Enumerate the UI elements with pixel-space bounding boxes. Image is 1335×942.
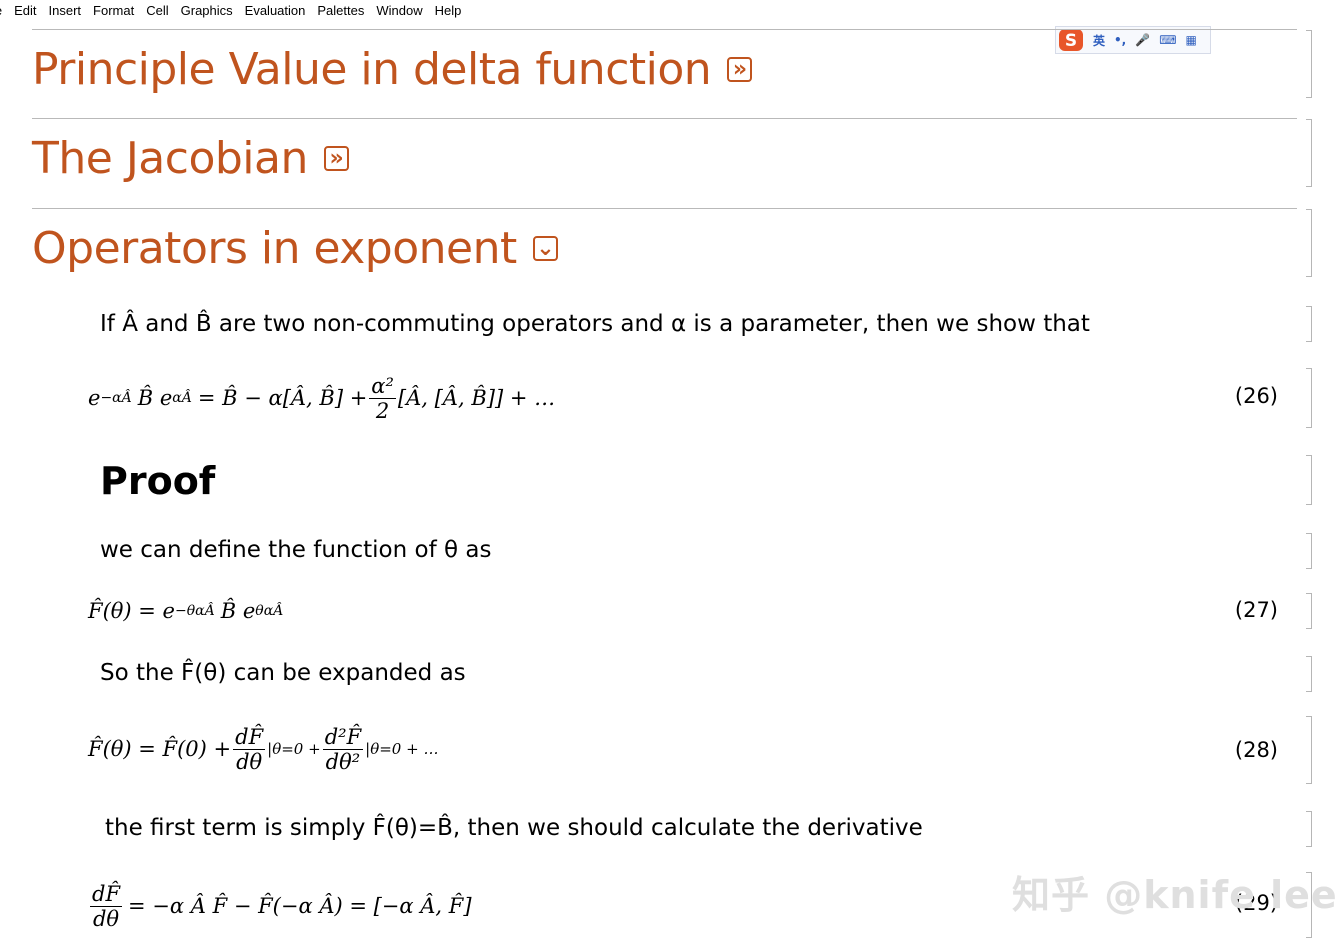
equation-28: F̂(θ) = F̂(0) + dF̂ dθ |θ=0 + d²F̂ dθ² |θ=…	[88, 716, 438, 782]
equation-number-26: (26)	[1234, 384, 1278, 408]
ime-toolbar[interactable]: S 英 •, 🎤 ⌨ ▦	[1055, 26, 1211, 54]
first-term-text: the first term is simply F̂(θ)=B̂, then …	[105, 815, 923, 841]
eq-part: e	[88, 386, 101, 410]
frac-den: dθ²	[325, 749, 361, 774]
zhihu-watermark: 知乎 @knife lee	[1012, 873, 1335, 917]
cell-bracket[interactable]	[1306, 368, 1312, 428]
section-title: Principle Value in delta function	[32, 44, 712, 95]
eq-sup: −αÂ	[100, 390, 132, 406]
section-title: Operators in exponent	[32, 223, 517, 274]
fraction: α² 2	[369, 374, 396, 423]
eq-part: = B̂ − α[Â, B̂] +	[197, 386, 368, 410]
cell-bracket[interactable]	[1306, 306, 1312, 342]
eq-part: [Â, [Â, B̂]] + …	[397, 386, 556, 410]
frac-num: d²F̂	[322, 724, 364, 750]
equation-number-27: (27)	[1234, 598, 1278, 622]
cell-bracket[interactable]	[1306, 533, 1312, 569]
keyboard-icon[interactable]: ⌨	[1159, 33, 1176, 47]
eq-part: F̂(θ) = e	[88, 599, 175, 623]
section-jacobian[interactable]: The Jacobian »	[32, 133, 349, 184]
expand-toggle-icon[interactable]: »	[323, 146, 349, 171]
frac-num: dF̂	[233, 724, 266, 750]
menu-edit[interactable]: Edit	[8, 0, 42, 21]
fraction: d²F̂ dθ²	[322, 724, 364, 774]
eq-part: B̂ e	[137, 386, 173, 410]
ime-language-toggle[interactable]: 英	[1093, 32, 1105, 49]
equation-27: F̂(θ) = e −θαÂ B̂ e θαÂ	[88, 594, 283, 628]
collapse-toggle-icon[interactable]: ⌄	[532, 236, 558, 261]
mic-icon[interactable]: 🎤	[1135, 33, 1150, 47]
frac-den: dθ	[92, 906, 120, 931]
eq-part: |θ=0 +	[267, 740, 321, 758]
frac-num: dF̂	[90, 881, 123, 907]
cell-bracket[interactable]	[1306, 455, 1312, 505]
menu-window[interactable]: Window	[370, 0, 428, 21]
frac-num: α²	[369, 373, 396, 399]
cell-bracket[interactable]	[1306, 119, 1312, 187]
fraction: dF̂ dθ	[90, 881, 123, 931]
svg-text:S: S	[1065, 31, 1077, 51]
fraction: dF̂ dθ	[233, 724, 266, 774]
menu-file[interactable]: le	[0, 0, 8, 21]
section-operators-exponent[interactable]: Operators in exponent ⌄	[32, 223, 558, 274]
menu-format[interactable]: Format	[87, 0, 140, 21]
expand-toggle-icon[interactable]: »	[727, 57, 753, 82]
apps-grid-icon[interactable]: ▦	[1186, 33, 1197, 47]
cell-bracket[interactable]	[1306, 593, 1312, 629]
eq-part: B̂ e	[220, 599, 256, 623]
equation-26: e −αÂ B̂ e αÂ = B̂ − α[Â, B̂] + α² 2 [Â, [Â…	[88, 368, 555, 428]
cell-bracket[interactable]	[1306, 716, 1312, 784]
equation-29: dF̂ dθ = −α Â F̂ − F̂(−α Â) = [−α Â, F̂]	[88, 874, 472, 938]
menu-evaluation[interactable]: Evaluation	[239, 0, 312, 21]
frac-den: 2	[375, 398, 390, 423]
menu-cell[interactable]: Cell	[140, 0, 174, 21]
cell-bracket[interactable]	[1306, 811, 1312, 847]
section-divider	[32, 29, 1297, 30]
section-divider	[32, 208, 1297, 209]
section-divider	[32, 118, 1297, 119]
ime-punctuation-toggle[interactable]: •,	[1114, 33, 1126, 47]
menu-palettes[interactable]: Palettes	[311, 0, 370, 21]
eq-sup: θαÂ	[255, 603, 284, 619]
expand-text: So the F̂(θ) can be expanded as	[100, 660, 466, 686]
proof-heading: Proof	[100, 459, 216, 503]
eq-sup: −θαÂ	[174, 603, 215, 619]
eq-part: F̂(θ) = F̂(0) +	[88, 737, 232, 761]
cell-bracket[interactable]	[1306, 209, 1312, 277]
frac-den: dθ	[236, 749, 263, 774]
menu-insert[interactable]: Insert	[43, 0, 88, 21]
eq-sup: αÂ	[172, 390, 192, 406]
section-principle-value[interactable]: Principle Value in delta function »	[32, 44, 753, 95]
eq-part: |θ=0 + …	[365, 740, 439, 758]
define-text: we can define the function of θ as	[100, 537, 492, 563]
cell-bracket[interactable]	[1306, 656, 1312, 692]
menu-help[interactable]: Help	[429, 0, 468, 21]
intro-text: If Â and B̂ are two non-commuting operat…	[100, 311, 1090, 337]
sogou-logo-icon: S	[1059, 29, 1083, 51]
section-title: The Jacobian	[32, 133, 308, 184]
menu-graphics[interactable]: Graphics	[175, 0, 239, 21]
eq-part: = −α Â F̂ − F̂(−α Â) = [−α Â, F̂]	[128, 894, 472, 918]
equation-number-28: (28)	[1234, 738, 1278, 762]
cell-bracket[interactable]	[1306, 30, 1312, 98]
menu-bar: le Edit Insert Format Cell Graphics Eval…	[0, 0, 1335, 21]
